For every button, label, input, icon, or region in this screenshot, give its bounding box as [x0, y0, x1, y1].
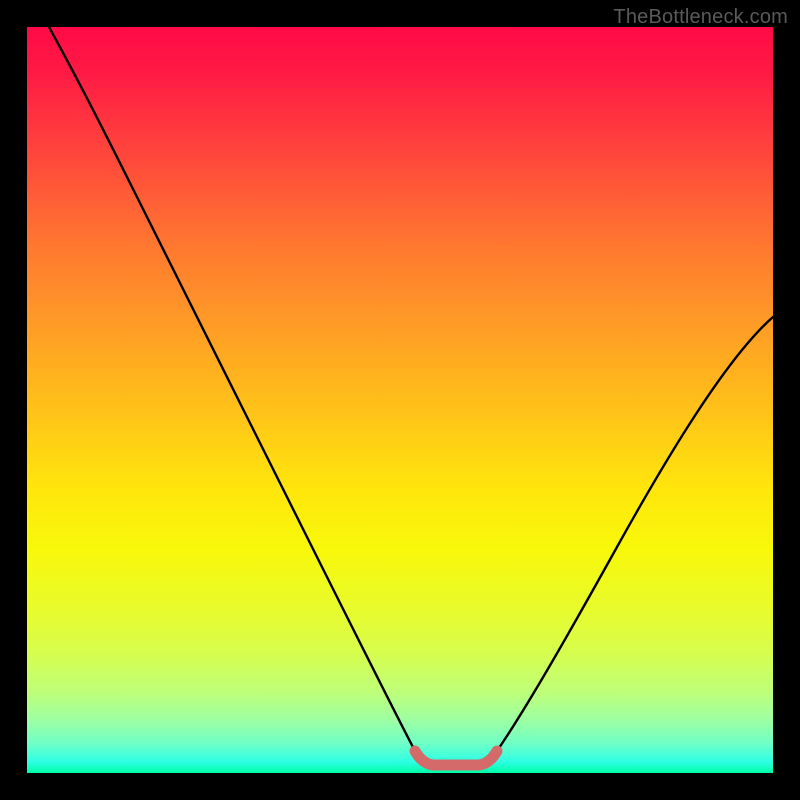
chart-frame: TheBottleneck.com — [0, 0, 800, 800]
right-curve — [497, 317, 773, 751]
watermark-text: TheBottleneck.com — [613, 6, 788, 29]
bottom-segment — [415, 751, 497, 765]
left-curve — [49, 27, 415, 751]
curve-layer — [27, 27, 773, 773]
plot-area — [27, 27, 773, 773]
